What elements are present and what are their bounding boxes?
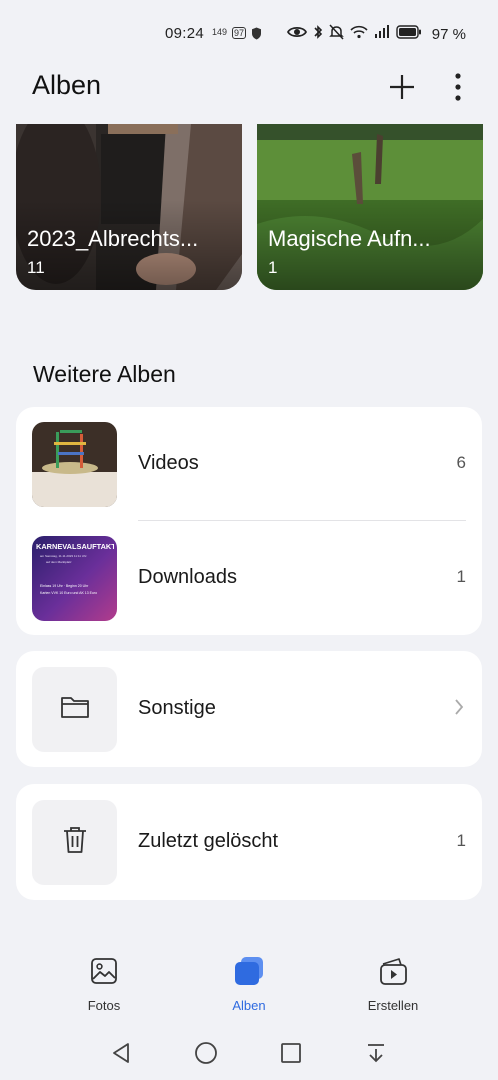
battery-percent: 97 % — [431, 26, 466, 43]
album-name: 2023_Albrechts... — [27, 226, 199, 251]
trash-thumbnail — [32, 800, 117, 885]
flyer-line-1: am Samstag, 11.11.2023 11:11 Uhr — [40, 554, 87, 558]
system-navigation-bar — [0, 1030, 498, 1080]
list-item-label: Sonstige — [138, 697, 216, 719]
recently-deleted-card[interactable]: Zuletzt gelöscht 1 — [16, 784, 482, 900]
recents-button[interactable] — [276, 1040, 306, 1070]
list-item-label: Videos — [138, 452, 199, 474]
back-triangle-icon — [110, 1041, 132, 1070]
wifi-icon — [350, 25, 368, 44]
notification-panel-button[interactable] — [361, 1040, 391, 1070]
album-count: 11 — [27, 258, 45, 277]
eye-icon — [286, 25, 307, 44]
create-icon — [377, 956, 409, 991]
shield-icon — [251, 27, 262, 45]
tab-label: Fotos — [87, 998, 121, 1013]
app-header: Alben — [0, 66, 498, 110]
recents-square-icon — [280, 1042, 302, 1069]
bottom-tab-bar: Fotos Alben Erstellen — [0, 955, 498, 1025]
tab-erstellen[interactable]: Erstellen — [333, 955, 453, 1013]
downloads-thumbnail: KARNEVALSAUFTAKT am Samstag, 11.11.2023 … — [32, 536, 117, 621]
status-bar: 09:24 149 97 97 % — [0, 0, 498, 66]
flyer-line-4: Karten VVK 10 Euro und AK 13 Euro — [40, 591, 98, 595]
videos-thumbnail — [32, 422, 117, 507]
image-icon — [90, 957, 118, 990]
status-indicator-2: 97 — [232, 27, 247, 39]
list-item-count: 6 — [456, 453, 466, 472]
signal-icon — [374, 25, 390, 44]
other-thumbnail — [32, 667, 117, 752]
more-options-button[interactable] — [441, 72, 475, 106]
back-button[interactable] — [106, 1040, 136, 1070]
home-circle-icon — [194, 1041, 218, 1070]
tab-fotos[interactable]: Fotos — [44, 955, 164, 1013]
trash-icon — [62, 825, 88, 860]
list-item-count: 1 — [456, 831, 466, 850]
folder-icon — [60, 694, 90, 725]
status-icons: 97 % — [286, 24, 466, 45]
tab-label: Alben — [232, 998, 266, 1013]
flyer-line-3: Einlass 19 Uhr · Beginn 20 Uhr — [40, 584, 89, 588]
more-vertical-icon — [454, 72, 462, 107]
albums-icon — [233, 956, 265, 991]
chevron-right-icon — [454, 698, 464, 721]
tab-label: Erstellen — [367, 998, 419, 1013]
album-count: 1 — [268, 258, 278, 277]
plus-icon — [388, 73, 416, 106]
list-item-label: Zuletzt gelöscht — [138, 830, 279, 852]
list-item-videos[interactable]: Videos 6 — [16, 407, 482, 521]
tab-alben[interactable]: Alben — [189, 955, 309, 1013]
list-item-other[interactable]: Sonstige — [16, 652, 482, 766]
list-item-count: 1 — [456, 567, 466, 586]
section-title: Weitere Alben — [33, 361, 176, 387]
album-card-1[interactable]: 2023_Albrechts... 11 — [16, 124, 242, 290]
home-button[interactable] — [191, 1040, 221, 1070]
page-title: Alben — [32, 70, 102, 100]
flyer-headline: KARNEVALSAUFTAKT — [36, 542, 114, 551]
swipe-down-icon — [365, 1042, 387, 1069]
bluetooth-icon — [313, 24, 323, 45]
other-albums-card[interactable]: Sonstige — [16, 651, 482, 767]
battery-icon — [396, 25, 422, 44]
list-item-label: Downloads — [138, 566, 237, 588]
list-item-recently-deleted[interactable]: Zuletzt gelöscht 1 — [16, 785, 482, 899]
status-indicator-1: 149 — [212, 27, 228, 37]
album-name: Magische Aufn... — [268, 226, 431, 251]
bell-muted-icon — [328, 24, 344, 45]
list-item-downloads[interactable]: KARNEVALSAUFTAKT am Samstag, 11.11.2023 … — [16, 521, 482, 635]
add-album-button[interactable] — [385, 72, 419, 106]
more-albums-card: Videos 6 KARNEVALSAUFTAKT am Samstag, 11… — [16, 407, 482, 635]
album-card-2[interactable]: Magische Aufn... 1 — [257, 124, 483, 290]
status-time: 09:24 — [165, 25, 205, 42]
flyer-line-2: auf dem Marktplatz — [46, 560, 72, 564]
